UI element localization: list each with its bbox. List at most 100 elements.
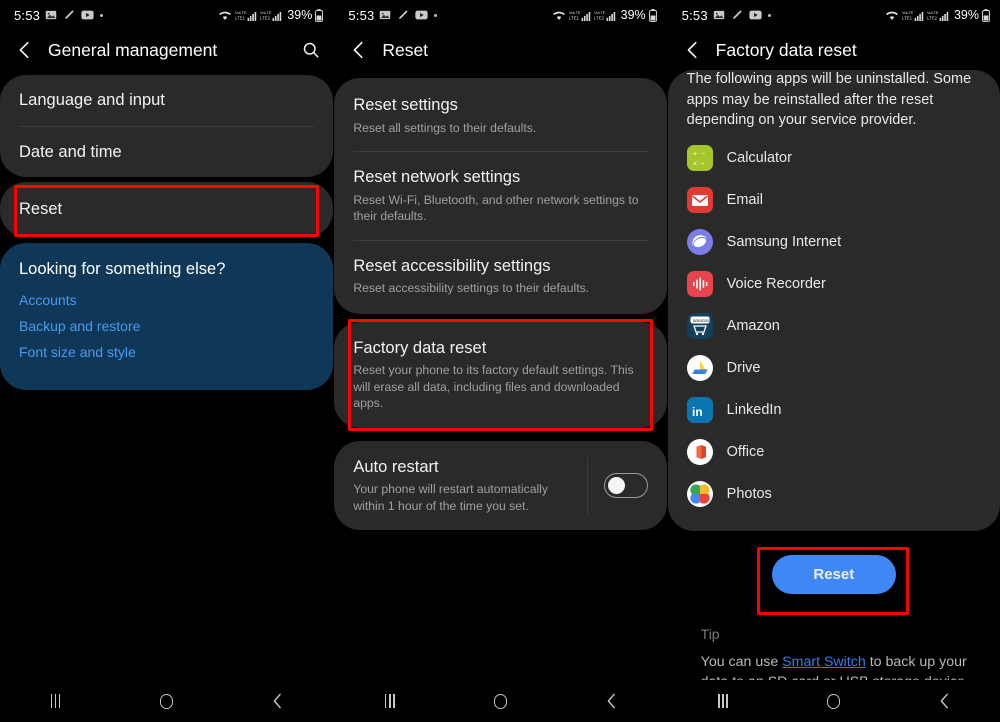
sidebar-item-language-and-input[interactable]: Language and input <box>0 75 333 126</box>
volte2-signal-icon: VoLTE LTE2 <box>927 9 949 22</box>
battery-percent-label: 39% <box>620 8 646 22</box>
volte1-signal-icon: VoLTE LTE1 <box>902 9 924 22</box>
recents-icon <box>384 694 395 708</box>
wifi-icon <box>218 10 232 21</box>
list-item-title: Factory data reset <box>353 338 487 357</box>
suggestion-link-backup-and-restore[interactable]: Backup and restore <box>19 318 314 334</box>
image-icon <box>713 9 725 21</box>
page-title: Reset <box>382 39 429 60</box>
svg-text:LTE2: LTE2 <box>260 15 271 20</box>
nav-recents-button[interactable] <box>700 680 746 722</box>
settings-card: Language and input Date and time <box>0 75 334 178</box>
search-icon[interactable] <box>301 40 321 60</box>
svg-text:VoLTE: VoLTE <box>235 9 247 14</box>
svg-text:−: − <box>701 151 705 158</box>
list-item-title: Reset network settings <box>353 168 521 187</box>
navigation-bar <box>667 680 1000 722</box>
factory-reset-content: The following apps will be uninstalled. … <box>667 70 1000 714</box>
list-item-subtitle: Reset accessibility settings to their de… <box>353 281 590 296</box>
uninstall-notice-text: The following apps will be uninstalled. … <box>686 71 972 129</box>
volte1-signal-icon: VoLTE LTE1 <box>235 9 257 22</box>
nav-recents-button[interactable] <box>367 680 413 722</box>
suggestion-card: Looking for something else? Accounts Bac… <box>0 242 334 390</box>
suggestion-link-font-size-and-style[interactable]: Font size and style <box>19 344 314 360</box>
list-item-subtitle: Reset your phone to its factory default … <box>353 363 634 411</box>
app-bar-factory-data-reset: Factory data reset <box>668 30 1000 70</box>
list-item-app-drive: Drive <box>668 347 1000 389</box>
nav-recents-button[interactable] <box>33 680 79 722</box>
image-icon <box>45 9 57 21</box>
svg-text:LTE2: LTE2 <box>927 15 938 20</box>
dot-icon <box>434 13 438 17</box>
svg-text:LTE1: LTE1 <box>902 15 913 20</box>
reset-button-area: Reset <box>682 531 986 615</box>
apps-to-uninstall-card: The following apps will be uninstalled. … <box>667 70 1000 531</box>
status-bar: 5:53 VoLTE LTE1 VoLTE LTE2 39% <box>0 0 333 30</box>
nav-home-button[interactable] <box>811 680 857 722</box>
back-icon <box>940 693 948 709</box>
samsung-internet-app-icon <box>686 228 713 255</box>
recents-icon <box>718 694 728 708</box>
sidebar-item-reset[interactable]: Reset <box>0 182 334 237</box>
pencil-icon <box>397 9 409 21</box>
image-icon <box>379 9 391 21</box>
home-icon <box>827 693 841 709</box>
auto-restart-toggle[interactable] <box>603 473 648 499</box>
app-name-label: Office <box>726 443 765 460</box>
nav-back-button[interactable] <box>255 680 301 722</box>
back-icon <box>273 693 282 709</box>
reset-button[interactable]: Reset <box>771 554 896 594</box>
tip-title: Tip <box>700 625 720 642</box>
settings-list-container: Language and input Date and time Reset L… <box>0 70 334 390</box>
app-name-label: Voice Recorder <box>726 275 826 292</box>
status-bar-notification-icons <box>45 9 104 21</box>
list-item-factory-data-reset[interactable]: Factory data reset Reset your phone to i… <box>334 321 667 428</box>
svg-text:VoLTE: VoLTE <box>902 9 914 14</box>
app-name-label: LinkedIn <box>726 401 782 418</box>
app-name-label: Samsung Internet <box>726 233 842 250</box>
status-bar-clock: 5:53 <box>14 7 41 23</box>
back-chevron-icon[interactable] <box>348 39 370 61</box>
status-bar-notification-icons <box>379 9 438 21</box>
list-item-reset-network-settings[interactable]: Reset network settings Reset Wi-Fi, Blue… <box>334 152 666 240</box>
suggestion-link-accounts[interactable]: Accounts <box>19 292 314 308</box>
list-item-app-voice-recorder: Voice Recorder <box>668 263 1000 305</box>
app-bar-reset: Reset <box>334 30 666 70</box>
battery-icon <box>315 8 324 22</box>
battery-icon <box>648 8 657 22</box>
back-chevron-icon[interactable] <box>682 39 704 61</box>
nav-home-button[interactable] <box>477 680 523 722</box>
battery-percent-label: 39% <box>287 8 313 22</box>
list-item-reset-accessibility-settings[interactable]: Reset accessibility settings Reset acces… <box>334 241 666 314</box>
list-item-title: Reset settings <box>353 96 458 114</box>
smart-switch-link[interactable]: Smart Switch <box>782 654 866 670</box>
svg-text:×: × <box>693 161 697 168</box>
nav-home-button[interactable] <box>144 680 190 722</box>
status-bar-clock: 5:53 <box>681 7 708 23</box>
screenshot-root: 5:53 VoLTE LTE1 VoLTE LTE2 39% General m… <box>0 0 1000 722</box>
nav-back-button[interactable] <box>922 680 968 722</box>
list-item-app-photos: Photos <box>668 473 1000 515</box>
list-item-reset-settings[interactable]: Reset settings Reset all settings to the… <box>334 78 666 151</box>
nav-back-button[interactable] <box>588 680 634 722</box>
recents-icon <box>50 694 61 708</box>
sidebar-item-date-and-time[interactable]: Date and time <box>0 127 333 178</box>
list-item-label: Date and time <box>19 142 122 161</box>
page-title: Factory data reset <box>715 39 857 60</box>
home-icon <box>160 693 174 709</box>
battery-icon <box>982 8 990 22</box>
svg-text:VoLTE: VoLTE <box>594 9 606 14</box>
divider <box>586 456 588 515</box>
toggle-knob <box>607 476 625 494</box>
google-photos-app-icon <box>686 480 713 507</box>
svg-text:LTE1: LTE1 <box>569 15 580 20</box>
list-item-auto-restart[interactable]: Auto restart Your phone will restart aut… <box>334 440 667 531</box>
svg-text:VoLTE: VoLTE <box>569 9 581 14</box>
back-chevron-icon[interactable] <box>14 39 36 61</box>
phone-screen-factory-data-reset: 5:53 VoLTE LTE1 VoLTE LTE2 39% Factory d… <box>666 0 1000 722</box>
svg-text:VoLTE: VoLTE <box>260 9 272 14</box>
voice-recorder-app-icon <box>686 270 713 297</box>
tip-text-before: You can use <box>700 653 783 670</box>
youtube-icon <box>415 10 429 20</box>
list-item-app-calculator: + − × ÷ Calculator <box>668 137 1000 179</box>
